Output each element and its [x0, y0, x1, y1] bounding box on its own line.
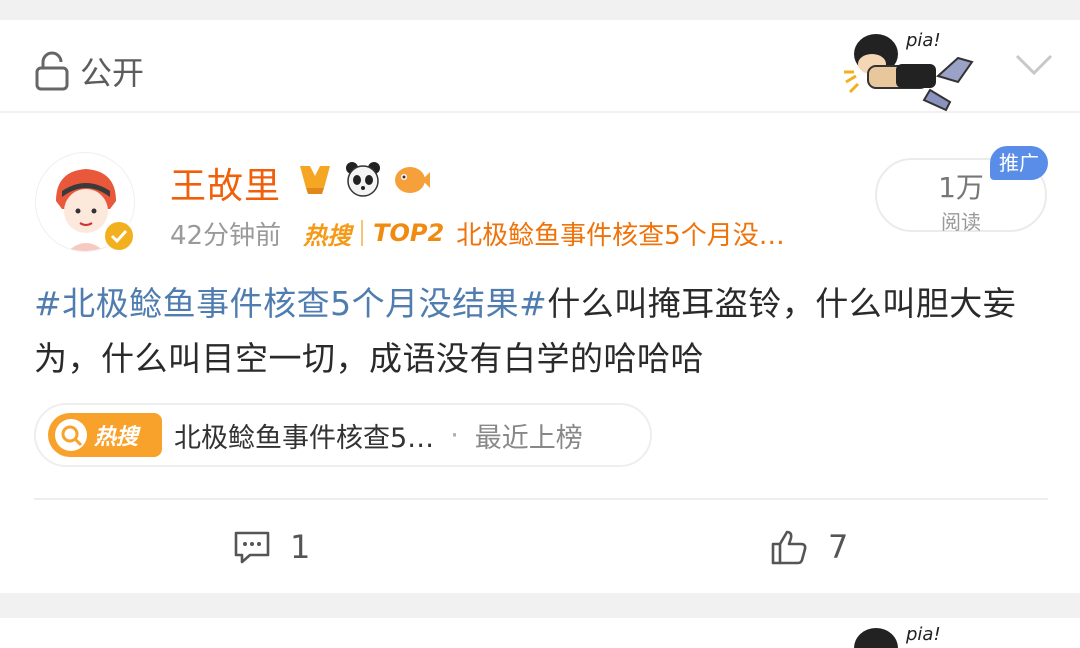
verified-badge-icon: [102, 219, 136, 253]
fish-icon: [392, 160, 430, 198]
like-button[interactable]: 7: [770, 527, 848, 567]
action-divider: [34, 498, 1048, 500]
post-text: #北极鲶鱼事件核查5个月没结果#什么叫掩耳盗铃，什么叫胆大妄为，什么叫目空一切，…: [34, 276, 1048, 386]
hot-search-pill-logo-text: 热搜: [94, 425, 139, 450]
post-meta: 42分钟前 热搜 TOP2 北极鲶鱼事件核查5个月没…: [170, 214, 785, 252]
comment-button[interactable]: 1: [232, 527, 310, 567]
comment-count: 1: [290, 528, 311, 566]
pia-sticker-next: pia!: [854, 624, 941, 648]
hot-search-title[interactable]: 北极鲶鱼事件核查5个月没…: [456, 215, 785, 252]
separator-dot: ·: [450, 419, 459, 451]
ad-tag: 推广: [990, 146, 1048, 180]
hot-search-logo[interactable]: 热搜: [303, 216, 351, 251]
hot-search-pill-status: 最近上榜: [474, 422, 583, 454]
post-time: 42分钟前: [170, 220, 282, 251]
like-count: 7: [828, 528, 849, 566]
username[interactable]: 王故里: [170, 157, 281, 209]
hot-rank[interactable]: TOP2: [373, 219, 444, 247]
lock-icon: [35, 51, 69, 91]
vip-medal-icon: [296, 160, 334, 198]
sticker-text-next: pia!: [905, 624, 941, 645]
chevron-down-icon[interactable]: [1014, 52, 1054, 78]
pia-sticker: pia!: [844, 30, 974, 112]
hot-search-pill-title: 北极鲶鱼事件核查5…: [174, 422, 435, 454]
comment-icon: [234, 531, 270, 564]
hot-search-pill[interactable]: 热搜 北极鲶鱼事件核查5… · 最近上榜: [34, 403, 652, 467]
hashtag-link[interactable]: #北极鲶鱼事件核查5个月没结果#: [34, 284, 547, 323]
thumbs-up-icon: [771, 530, 807, 565]
panda-icon: [344, 160, 382, 198]
visibility-label: 公开: [80, 54, 145, 92]
meta-divider: [361, 220, 364, 246]
user-badges: [296, 160, 430, 198]
search-icon: [55, 419, 87, 451]
visibility-indicator[interactable]: 公开: [34, 48, 144, 94]
read-label: 阅读: [941, 210, 981, 234]
sticker-text: pia!: [905, 30, 941, 51]
hot-search-pill-logo: 热搜: [48, 413, 162, 457]
